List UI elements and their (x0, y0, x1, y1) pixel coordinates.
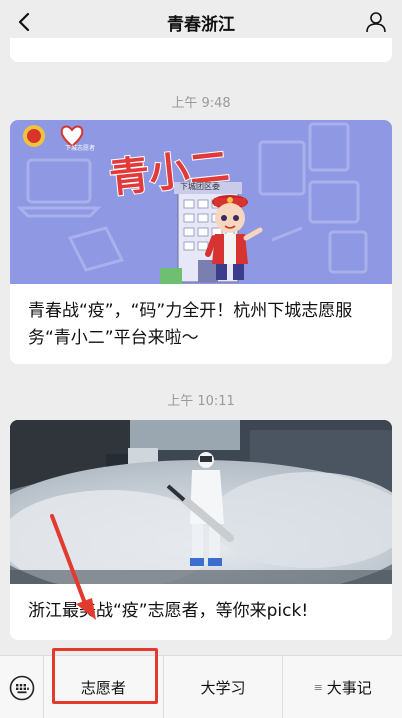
menu-label: 志愿者 (80, 678, 126, 697)
keyboard-toggle-button[interactable] (0, 656, 44, 718)
menu-label: 大事记 (326, 678, 372, 697)
keyboard-icon (9, 675, 34, 700)
custom-menu-bar: 志愿者 大学习 ≡ 大事记 (0, 655, 402, 718)
menu-volunteer[interactable]: 志愿者 (44, 656, 164, 718)
menu-study[interactable]: 大学习 (164, 656, 284, 718)
menu-events[interactable]: ≡ 大事记 (283, 656, 402, 718)
submenu-indicator-icon: ≡ (313, 680, 323, 694)
annotation-arrow (50, 514, 96, 620)
menu-label: 大学习 (200, 678, 246, 697)
